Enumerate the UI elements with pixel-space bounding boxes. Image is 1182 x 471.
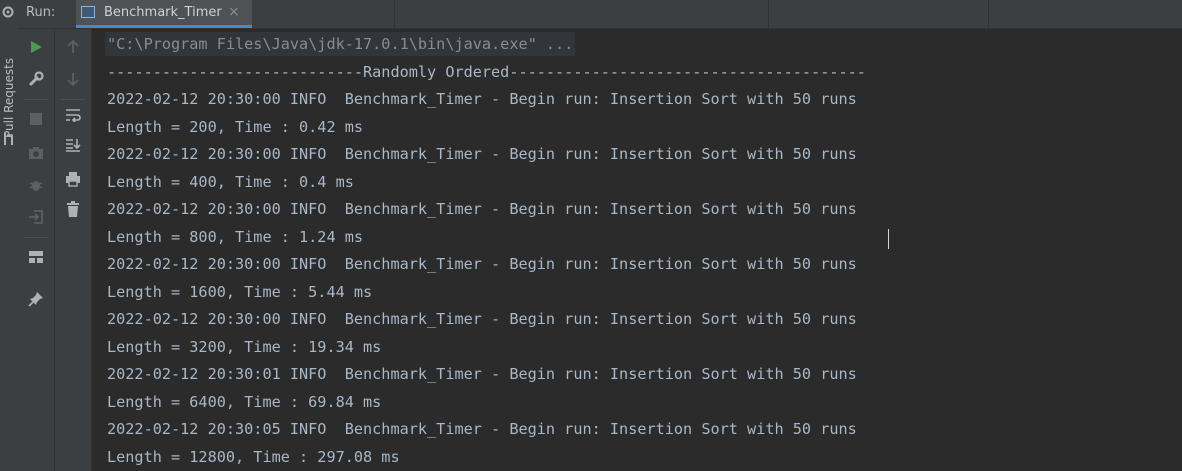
header-divider bbox=[988, 0, 989, 28]
pull-requests-tab[interactable]: Pull Requests bbox=[0, 46, 18, 150]
up-arrow-icon bbox=[67, 40, 79, 53]
command-line[interactable]: "C:\Program Files\Java\jdk-17.0.1\bin\ja… bbox=[105, 32, 576, 56]
console-line: 2022-02-12 20:30:00 INFO Benchmark_Timer… bbox=[107, 310, 857, 328]
toolbar-divider bbox=[61, 99, 85, 100]
scroll-to-end-button[interactable] bbox=[61, 133, 85, 157]
clear-all-button[interactable] bbox=[61, 197, 85, 221]
next-occurrence-button[interactable] bbox=[61, 67, 85, 91]
run-icon bbox=[31, 41, 42, 53]
tab-title: Benchmark_Timer bbox=[104, 5, 222, 20]
run-tool-window-header: Run: Benchmark_Timer × bbox=[18, 0, 1182, 29]
print-button[interactable] bbox=[61, 167, 85, 191]
edit-configuration-button[interactable] bbox=[24, 67, 48, 91]
console-line: Length = 6400, Time : 69.84 ms bbox=[107, 393, 382, 411]
console-line: Length = 12800, Time : 297.08 ms bbox=[107, 448, 400, 466]
tab-benchmark-timer[interactable]: Benchmark_Timer × bbox=[76, 0, 252, 28]
header-divider bbox=[394, 0, 395, 28]
soft-wrap-button[interactable] bbox=[61, 103, 85, 127]
login-exit-icon bbox=[29, 210, 43, 224]
toolbar-divider bbox=[24, 237, 48, 238]
close-icon[interactable]: × bbox=[228, 4, 240, 20]
pin-tab-button[interactable] bbox=[24, 287, 48, 311]
console-line: 2022-02-12 20:30:00 INFO Benchmark_Timer… bbox=[107, 255, 857, 273]
text-caret bbox=[888, 229, 889, 249]
soft-wrap-icon bbox=[66, 109, 81, 122]
console-line: Length = 800, Time : 1.24 ms bbox=[107, 228, 364, 246]
console-line: 2022-02-12 20:30:01 INFO Benchmark_Timer… bbox=[107, 365, 857, 383]
down-arrow-icon bbox=[67, 73, 79, 86]
print-icon bbox=[66, 172, 80, 187]
wrench-icon bbox=[29, 71, 44, 86]
scroll-to-end-icon bbox=[66, 139, 81, 152]
console-line: 2022-02-12 20:30:00 INFO Benchmark_Timer… bbox=[107, 145, 857, 163]
console-icon bbox=[81, 6, 95, 18]
camera-icon bbox=[29, 147, 43, 159]
console-actions-toolbar bbox=[55, 29, 92, 471]
stop-button[interactable] bbox=[24, 107, 48, 131]
gear-icon[interactable] bbox=[1, 5, 15, 19]
pull-request-icon bbox=[4, 133, 13, 145]
console-line: Length = 400, Time : 0.4 ms bbox=[107, 173, 354, 191]
run-actions-toolbar bbox=[18, 29, 55, 471]
console-line: 2022-02-12 20:30:05 INFO Benchmark_Timer… bbox=[107, 420, 857, 438]
layout-icon bbox=[29, 251, 43, 263]
toolbar-divider bbox=[24, 99, 48, 100]
trash-icon bbox=[67, 201, 79, 217]
debug-bug-icon bbox=[29, 181, 43, 191]
console-output[interactable]: "C:\Program Files\Java\jdk-17.0.1\bin\ja… bbox=[92, 29, 1182, 471]
previous-occurrence-button[interactable] bbox=[61, 35, 85, 59]
exit-button[interactable] bbox=[24, 205, 48, 229]
debug-button[interactable] bbox=[24, 173, 48, 197]
console-line: Length = 3200, Time : 19.34 ms bbox=[107, 338, 382, 356]
left-tool-strip: Pull Requests bbox=[0, 0, 19, 471]
ide-run-window: Pull Requests Run: Benchmark_Timer × "C:… bbox=[0, 0, 1182, 471]
pull-requests-label: Pull Requests bbox=[2, 57, 16, 138]
restore-layout-button[interactable] bbox=[24, 245, 48, 269]
rerun-button[interactable] bbox=[24, 35, 48, 59]
stop-icon bbox=[30, 113, 42, 125]
pin-icon bbox=[28, 292, 43, 307]
console-line: Length = 200, Time : 0.42 ms bbox=[107, 118, 364, 136]
console-line: 2022-02-12 20:30:00 INFO Benchmark_Timer… bbox=[107, 200, 857, 218]
console-line: Length = 1600, Time : 5.44 ms bbox=[107, 283, 373, 301]
console-line: 2022-02-12 20:30:00 INFO Benchmark_Timer… bbox=[107, 90, 857, 108]
console-line: ----------------------------Randomly Ord… bbox=[107, 63, 866, 81]
header-divider bbox=[768, 0, 769, 28]
run-label: Run: bbox=[26, 5, 56, 20]
dump-threads-button[interactable] bbox=[24, 141, 48, 165]
